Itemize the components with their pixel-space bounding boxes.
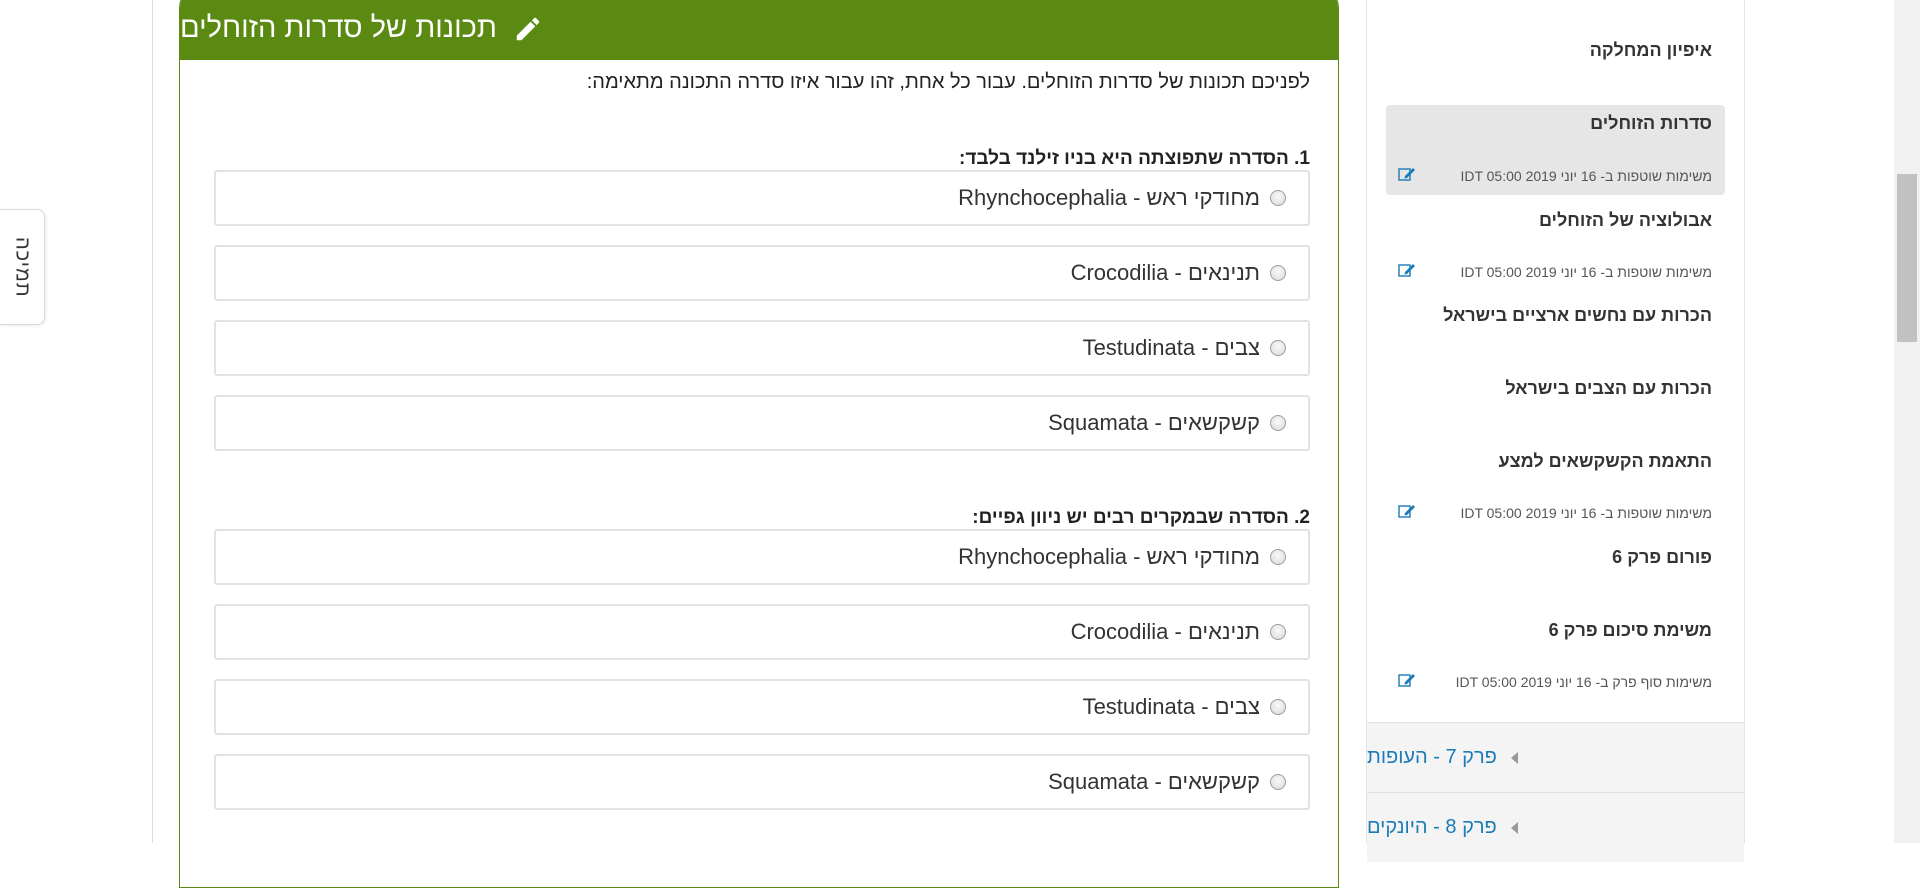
option-label: קשקשאים - Squamata bbox=[1048, 410, 1260, 435]
collapse-arrow-icon bbox=[1510, 821, 1518, 834]
radio-button[interactable] bbox=[1270, 624, 1286, 640]
sidebar-item-title[interactable]: אבולוציה של הזוחלים bbox=[1539, 210, 1712, 231]
intro-text: לפניכם תכונות של סדרות הזוחלים. עבור כל … bbox=[586, 71, 1310, 93]
sidebar-item-meta: משימות שוטפות ב- 16 יוני 2019 IDT 05:00 bbox=[1460, 264, 1712, 280]
card-title: תכונות של סדרות הזוחלים bbox=[180, 12, 497, 44]
sidebar-item-active[interactable]: סדרות הזוחלים bbox=[1590, 113, 1712, 134]
question-title: 2. הסדרה שבמקרים רבים יש ניוון גפיים: bbox=[972, 507, 1310, 528]
option-label: תנינאים - Crocodilia bbox=[1070, 619, 1260, 644]
radio-button[interactable] bbox=[1270, 699, 1286, 715]
support-tab[interactable]: תמיכה bbox=[0, 209, 45, 325]
edit-icon[interactable] bbox=[1398, 503, 1416, 519]
radio-button[interactable] bbox=[1270, 549, 1286, 565]
sidebar-item-meta: משימות שוטפות ב- 16 יוני 2019 IDT 05:00 bbox=[1460, 168, 1712, 184]
section-link[interactable]: פרק 7 - העופות bbox=[1367, 746, 1497, 769]
sidebar-item-meta: משימות שוטפות ב- 16 יוני 2019 IDT 05:00 bbox=[1460, 505, 1712, 521]
question-title: 1. הסדרה שתפוצתה היא בניו זילנד בלבד: bbox=[959, 148, 1310, 169]
edit-icon[interactable] bbox=[1398, 166, 1416, 182]
scrollbar-thumb[interactable] bbox=[1897, 174, 1917, 342]
sidebar-item-title[interactable]: התאמת הקשקשאים למצע bbox=[1499, 451, 1712, 472]
sidebar-item-title[interactable]: הכרות עם נחשים ארציים בישראל bbox=[1443, 305, 1712, 326]
due-date-text: משימות שוטפות ב- 16 יוני 2019 IDT 05:00 bbox=[1460, 168, 1712, 184]
radio-button[interactable] bbox=[1270, 415, 1286, 431]
answer-option[interactable]: מחודקי ראש - Rhynchocephalia bbox=[214, 529, 1310, 585]
activity-card: תכונות של סדרות הזוחלים לפניכם תכונות של… bbox=[179, 0, 1339, 888]
edit-icon[interactable] bbox=[1398, 672, 1416, 688]
sidebar-item-title[interactable]: משימת סיכום פרק 6 bbox=[1549, 620, 1712, 641]
question-2: 2. הסדרה שבמקרים רבים יש ניוון גפיים: מח… bbox=[214, 507, 1310, 829]
sidebar-item[interactable]: התאמת הקשקשאים למצע bbox=[1499, 451, 1712, 472]
edit-icon[interactable] bbox=[1398, 262, 1416, 278]
sidebar-item[interactable]: אבולוציה של הזוחלים bbox=[1539, 210, 1712, 231]
answer-option[interactable]: צבים - Testudinata bbox=[214, 679, 1310, 735]
pencil-icon bbox=[516, 17, 540, 40]
option-label: תנינאים - Crocodilia bbox=[1070, 260, 1260, 285]
card-header: תכונות של סדרות הזוחלים bbox=[180, 0, 1338, 60]
answer-option[interactable]: מחודקי ראש - Rhynchocephalia bbox=[214, 170, 1310, 226]
answer-option[interactable]: קשקשאים - Squamata bbox=[214, 395, 1310, 451]
sidebar-item[interactable]: הכרות עם נחשים ארציים בישראל bbox=[1443, 305, 1712, 326]
sidebar-item[interactable]: משימת סיכום פרק 6 bbox=[1549, 620, 1712, 641]
section-chapter-8[interactable]: פרק 8 - היונקים bbox=[1367, 792, 1744, 862]
sidebar-item-title[interactable]: הכרות עם הצבים בישראל bbox=[1505, 378, 1712, 399]
option-label: מחודקי ראש - Rhynchocephalia bbox=[958, 544, 1260, 569]
answer-option[interactable]: צבים - Testudinata bbox=[214, 320, 1310, 376]
content-border bbox=[152, 0, 153, 843]
sidebar-item[interactable]: פורום פרק 6 bbox=[1612, 547, 1712, 568]
option-label: מחודקי ראש - Rhynchocephalia bbox=[958, 185, 1260, 210]
section-link[interactable]: פרק 8 - היונקים bbox=[1367, 816, 1497, 839]
sidebar-item-meta: משימות סוף פרק ב- 16 יוני 2019 IDT 05:00 bbox=[1456, 674, 1712, 690]
collapse-arrow-icon bbox=[1510, 751, 1518, 764]
due-date-text: משימות שוטפות ב- 16 יוני 2019 IDT 05:00 bbox=[1460, 505, 1712, 521]
option-label: קשקשאים - Squamata bbox=[1048, 769, 1260, 794]
sidebar-item[interactable]: איפיון המחלקה bbox=[1590, 40, 1712, 61]
support-tab-label: תמיכה bbox=[11, 236, 34, 298]
sidebar-item-title[interactable]: איפיון המחלקה bbox=[1590, 40, 1712, 61]
radio-button[interactable] bbox=[1270, 774, 1286, 790]
option-label: צבים - Testudinata bbox=[1082, 694, 1260, 719]
radio-button[interactable] bbox=[1270, 190, 1286, 206]
sidebar-item-title[interactable]: סדרות הזוחלים bbox=[1590, 113, 1712, 134]
radio-button[interactable] bbox=[1270, 265, 1286, 281]
answer-option[interactable]: תנינאים - Crocodilia bbox=[214, 245, 1310, 301]
answer-option[interactable]: קשקשאים - Squamata bbox=[214, 754, 1310, 810]
sidebar-item[interactable]: הכרות עם הצבים בישראל bbox=[1505, 378, 1712, 399]
answer-option[interactable]: תנינאים - Crocodilia bbox=[214, 604, 1310, 660]
due-date-text: משימות סוף פרק ב- 16 יוני 2019 IDT 05:00 bbox=[1455, 674, 1712, 690]
radio-button[interactable] bbox=[1270, 340, 1286, 356]
sidebar-item-title[interactable]: פורום פרק 6 bbox=[1612, 547, 1712, 568]
due-date-text: משימות שוטפות ב- 16 יוני 2019 IDT 05:00 bbox=[1460, 264, 1712, 280]
section-chapter-7[interactable]: פרק 7 - העופות bbox=[1367, 722, 1744, 792]
option-label: צבים - Testudinata bbox=[1082, 335, 1260, 360]
question-1: 1. הסדרה שתפוצתה היא בניו זילנד בלבד: מח… bbox=[214, 148, 1310, 470]
scrollbar-track[interactable] bbox=[1894, 0, 1920, 843]
course-sidebar: איפיון המחלקה סדרות הזוחלים משימות שוטפו… bbox=[1366, 0, 1745, 862]
